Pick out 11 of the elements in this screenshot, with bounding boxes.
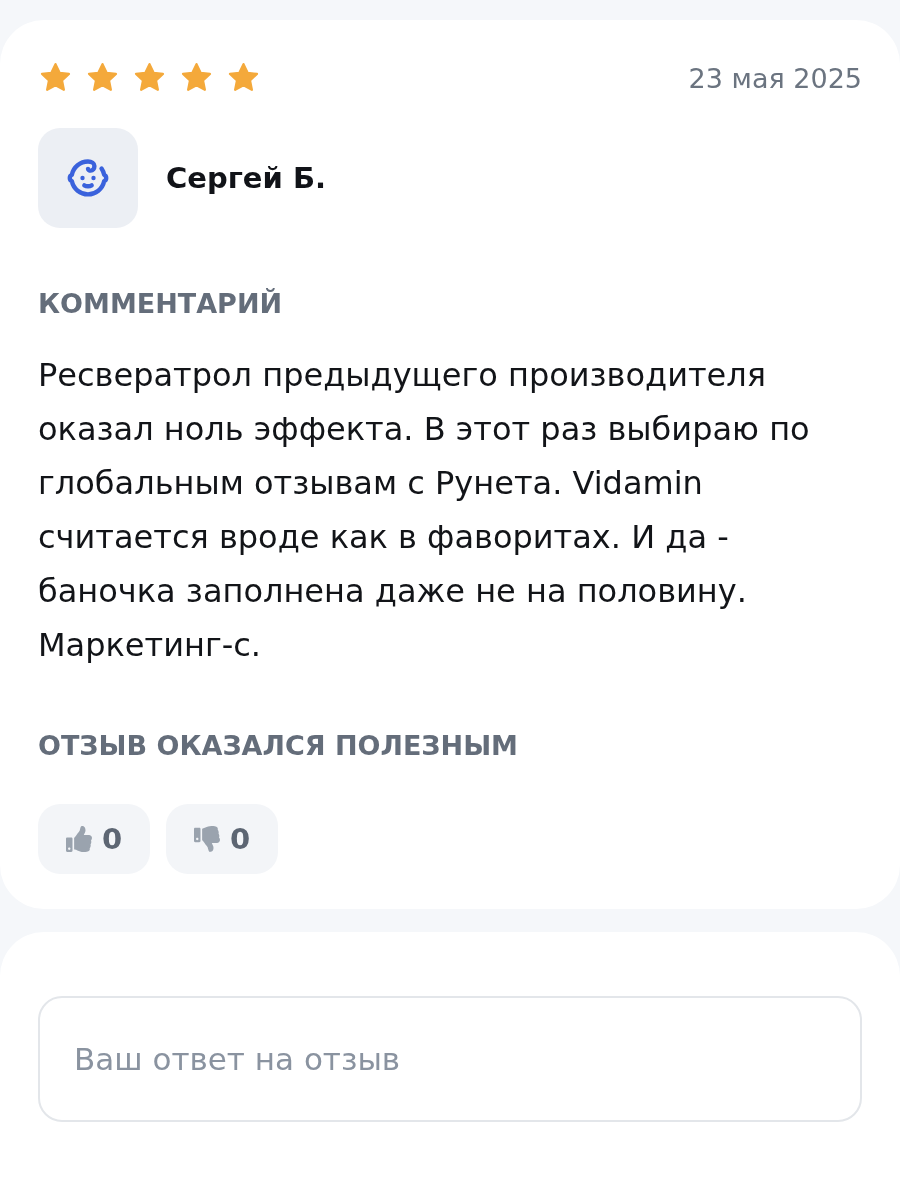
review-text: Ресвератрол предыдущего производителя оказал ноль эффекта. В этот раз выбираю по глобальным отзывам с Рунета. Vidamin считается вроде как в фаворитах. И да - баночка заполнена даже не на половину. Маркетинг-с. xyxy=(38,355,811,666)
review-date: 23 мая 2025 xyxy=(688,62,862,94)
section-heading: КОММЕНТАРИЙ xyxy=(38,288,284,320)
thumbs-down-icon xyxy=(193,826,220,852)
thumbs-up-icon xyxy=(65,826,92,852)
author-name: Сергей Б. xyxy=(166,161,327,195)
dislike-button[interactable]: 0 xyxy=(166,804,278,874)
section-heading: ОТЗЫВ ОКАЗАЛСЯ ПОЛЕЗНЫМ xyxy=(38,730,519,762)
reply-input-field[interactable]: Ваш ответ на отзыв xyxy=(38,996,862,1122)
avatar-icon xyxy=(38,128,138,228)
like-button[interactable]: 0 xyxy=(38,804,150,874)
